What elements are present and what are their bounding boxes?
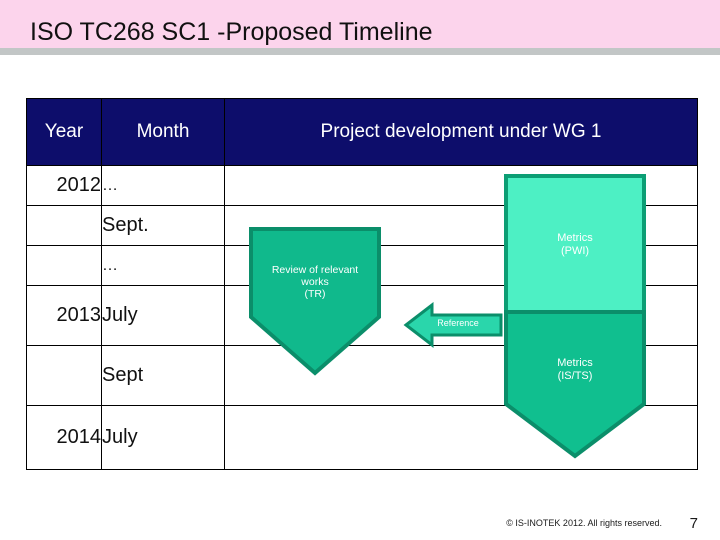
metrics-ists-shape[interactable]: [500, 308, 660, 468]
cell-year: [26, 345, 102, 406]
footer-page-number: 7: [689, 515, 698, 532]
cell-year: 2013: [26, 285, 102, 346]
cell-year: 2014: [26, 405, 102, 470]
review-tr-shape[interactable]: [245, 225, 395, 385]
cell-month: Sept: [101, 345, 225, 406]
review-tr-label: Review of relevant works (TR): [271, 264, 359, 301]
title-divider: [0, 48, 720, 55]
cell-year: [26, 245, 102, 286]
metrics-pwi-label: Metrics (PWI): [557, 232, 593, 257]
footer-copyright: © IS-INOTEK 2012. All rights reserved.: [506, 518, 662, 528]
cell-month: July: [101, 285, 225, 346]
column-header-month: Month: [101, 98, 225, 166]
cell-year: 2012: [26, 165, 102, 206]
column-header-year: Year: [26, 98, 102, 166]
column-header-project: Project development under WG 1: [224, 98, 698, 166]
cell-year: [26, 205, 102, 246]
cell-month: Sept.: [101, 205, 225, 246]
cell-month: …: [101, 165, 225, 206]
metrics-ists-label: Metrics (IS/TS): [557, 357, 593, 382]
cell-month: …: [101, 245, 225, 286]
table-header-row: Year Month Project development under WG …: [26, 98, 698, 166]
cell-month: July: [101, 405, 225, 470]
reference-arrow-label: Reference: [437, 318, 479, 328]
page-title: ISO TC268 SC1 -Proposed Timeline: [30, 18, 433, 46]
